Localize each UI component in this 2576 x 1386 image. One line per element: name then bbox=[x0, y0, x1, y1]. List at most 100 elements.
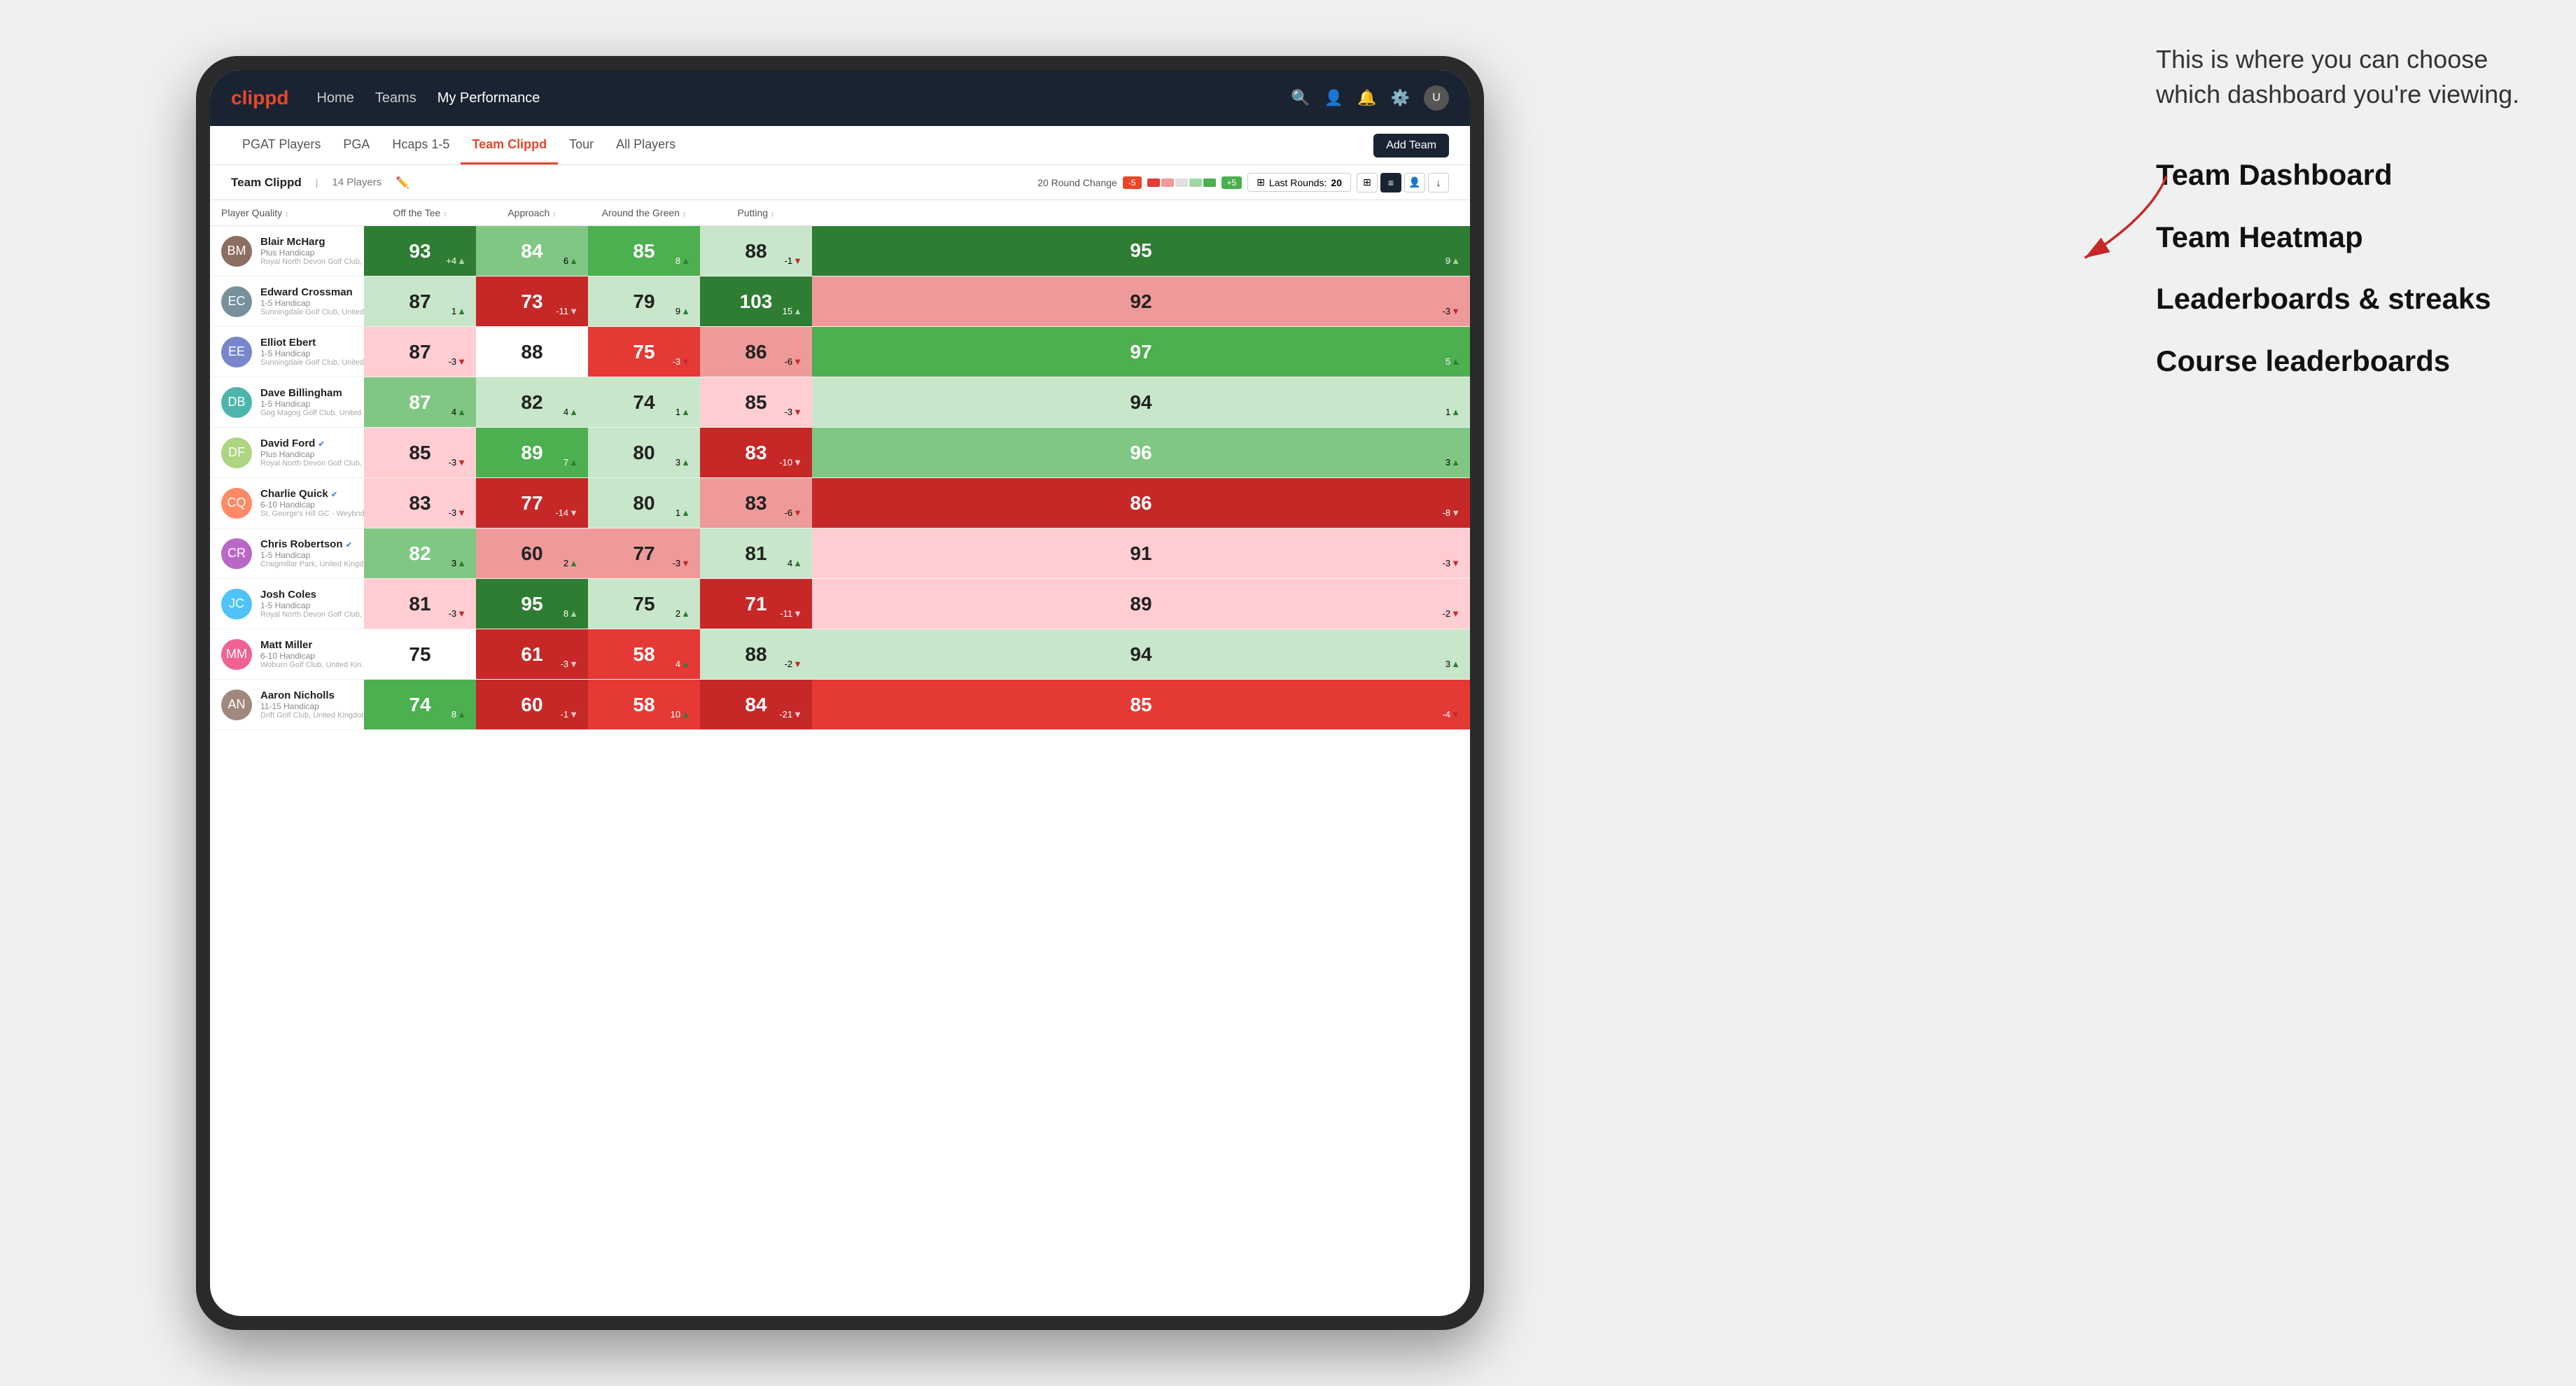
score-number: 85 bbox=[409, 442, 430, 464]
score-box: 87 1▲ bbox=[364, 276, 476, 326]
score-number: 94 bbox=[1130, 391, 1152, 414]
player-cell-3[interactable]: DB Dave Billingham 1-5 Handicap Gog Mago… bbox=[210, 377, 364, 428]
score-cell-5-2: 80 1▲ bbox=[588, 478, 700, 528]
player-name-3: Dave Billingham bbox=[260, 387, 372, 399]
last-rounds-button[interactable]: ⊞ Last Rounds: 20 bbox=[1247, 173, 1351, 192]
score-number: 93 bbox=[409, 240, 430, 262]
tab-hcaps-1-5[interactable]: Hcaps 1-5 bbox=[381, 126, 461, 164]
table-container[interactable]: Player Quality ↕ Off the Tee ↕ Approach … bbox=[210, 200, 1470, 1316]
score-box: 87 -3▼ bbox=[364, 327, 476, 377]
score-box: 86 -8▼ bbox=[812, 478, 1470, 528]
annotation-description: This is where you can choose which dashb… bbox=[2156, 42, 2520, 113]
player-handicap-1: 1-5 Handicap bbox=[260, 298, 372, 308]
score-box: 82 4▲ bbox=[476, 377, 588, 427]
col-approach-header[interactable]: Approach ↕ bbox=[476, 200, 588, 226]
score-number: 96 bbox=[1130, 442, 1152, 464]
player-cell-6[interactable]: CR Chris Robertson ✔ 1-5 Handicap Craigm… bbox=[210, 528, 364, 579]
player-info-9: Aaron Nicholls 11-15 Handicap Drift Golf… bbox=[260, 690, 368, 720]
score-number: 103 bbox=[740, 290, 773, 313]
score-cell-0-3: 88 -1▼ bbox=[700, 226, 812, 276]
player-handicap-8: 6-10 Handicap bbox=[260, 651, 372, 661]
score-number: 75 bbox=[409, 643, 430, 666]
score-number: 74 bbox=[409, 694, 430, 716]
score-cell-9-0: 74 8▲ bbox=[364, 680, 476, 730]
score-change: -3▼ bbox=[1443, 558, 1460, 568]
table-view-button[interactable]: ≡ bbox=[1380, 173, 1401, 192]
nav-link-teams[interactable]: Teams bbox=[375, 88, 416, 109]
score-cell-0-4: 95 9▲ bbox=[812, 226, 1470, 276]
tablet-frame: clippd HomeTeamsMy Performance 🔍 👤 🔔 ⚙️ … bbox=[196, 56, 1484, 1330]
score-change: 3▲ bbox=[676, 457, 690, 468]
player-cell-9[interactable]: AN Aaron Nicholls 11-15 Handicap Drift G… bbox=[210, 680, 364, 730]
player-info-7: Josh Coles 1-5 Handicap Royal North Devo… bbox=[260, 589, 372, 619]
nav-link-home[interactable]: Home bbox=[316, 88, 354, 109]
tab-pga[interactable]: PGA bbox=[332, 126, 381, 164]
player-info-2: Elliot Ebert 1-5 Handicap Sunningdale Go… bbox=[260, 337, 372, 367]
search-icon[interactable]: 🔍 bbox=[1291, 89, 1310, 107]
bell-icon[interactable]: 🔔 bbox=[1357, 89, 1376, 107]
score-box: 74 1▲ bbox=[588, 377, 700, 427]
score-box: 95 8▲ bbox=[476, 579, 588, 629]
score-number: 81 bbox=[745, 542, 766, 565]
user-avatar[interactable]: U bbox=[1424, 85, 1449, 111]
table-row: BM Blair McHarg Plus Handicap Royal Nort… bbox=[210, 226, 1470, 276]
player-avatar-3: DB bbox=[221, 387, 252, 418]
score-number: 74 bbox=[633, 391, 654, 414]
score-cell-4-1: 89 7▲ bbox=[476, 428, 588, 478]
score-cell-3-4: 94 1▲ bbox=[812, 377, 1470, 428]
player-cell-7[interactable]: JC Josh Coles 1-5 Handicap Royal North D… bbox=[210, 579, 364, 629]
score-box: 58 4▲ bbox=[588, 629, 700, 679]
score-change: 6▲ bbox=[564, 255, 578, 266]
player-cell-5[interactable]: CQ Charlie Quick ✔ 6-10 Handicap St. Geo… bbox=[210, 478, 364, 528]
score-number: 86 bbox=[745, 341, 766, 363]
score-box: 73 -11▼ bbox=[476, 276, 588, 326]
arrow-up: ▲ bbox=[1451, 255, 1460, 266]
score-box: 95 9▲ bbox=[812, 226, 1470, 276]
player-club-7: Royal North Devon Golf Club, United King… bbox=[260, 610, 372, 619]
player-info-4: David Ford ✔ Plus Handicap Royal North D… bbox=[260, 438, 372, 468]
score-cell-1-2: 79 9▲ bbox=[588, 276, 700, 327]
score-cell-1-4: 92 -3▼ bbox=[812, 276, 1470, 327]
person-icon[interactable]: 👤 bbox=[1324, 89, 1343, 107]
score-change: -1▼ bbox=[561, 709, 578, 720]
col-aroundgreen-header[interactable]: Around the Green ↕ bbox=[588, 200, 700, 226]
player-cell-1[interactable]: EC Edward Crossman 1-5 Handicap Sunningd… bbox=[210, 276, 364, 327]
add-team-button[interactable]: Add Team bbox=[1373, 134, 1449, 158]
score-cell-0-0: 93 +4▲ bbox=[364, 226, 476, 276]
col-putting-header[interactable]: Putting ↕ bbox=[700, 200, 812, 226]
score-cell-4-2: 80 3▲ bbox=[588, 428, 700, 478]
tab-tour[interactable]: Tour bbox=[558, 126, 605, 164]
edit-icon[interactable]: ✏️ bbox=[396, 176, 410, 190]
score-number: 75 bbox=[633, 593, 654, 615]
score-box: 91 -3▼ bbox=[812, 528, 1470, 578]
score-number: 85 bbox=[1130, 694, 1152, 716]
score-change: 8▲ bbox=[564, 608, 578, 619]
player-cell-0[interactable]: BM Blair McHarg Plus Handicap Royal Nort… bbox=[210, 226, 364, 276]
grid-view-button[interactable]: ⊞ bbox=[1357, 173, 1378, 192]
tab-pgat-players[interactable]: PGAT Players bbox=[231, 126, 332, 164]
score-box: 89 7▲ bbox=[476, 428, 588, 477]
settings-icon[interactable]: ⚙️ bbox=[1391, 89, 1410, 107]
player-cell-8[interactable]: MM Matt Miller 6-10 Handicap Woburn Golf… bbox=[210, 629, 364, 680]
score-number: 95 bbox=[1130, 239, 1152, 262]
col-offtee-header[interactable]: Off the Tee ↕ bbox=[364, 200, 476, 226]
arrow-up: ▲ bbox=[457, 306, 466, 316]
score-cell-4-3: 83 -10▼ bbox=[700, 428, 812, 478]
player-cell-4[interactable]: DF David Ford ✔ Plus Handicap Royal Nort… bbox=[210, 428, 364, 478]
score-cell-8-4: 94 3▲ bbox=[812, 629, 1470, 680]
score-number: 82 bbox=[409, 542, 430, 565]
nav-link-my-performance[interactable]: My Performance bbox=[438, 88, 540, 109]
score-cell-0-2: 85 8▲ bbox=[588, 226, 700, 276]
verified-icon: ✔ bbox=[331, 491, 337, 499]
arrow-up: ▲ bbox=[1451, 457, 1460, 468]
export-button[interactable]: ↓ bbox=[1428, 173, 1449, 192]
score-box: 85 8▲ bbox=[588, 226, 700, 276]
player-cell-2[interactable]: EE Elliot Ebert 1-5 Handicap Sunningdale… bbox=[210, 327, 364, 377]
bar-red-1 bbox=[1147, 178, 1160, 187]
tab-team-clippd[interactable]: Team Clippd bbox=[461, 126, 558, 164]
chart-view-button[interactable]: 👤 bbox=[1404, 173, 1425, 192]
player-club-5: St. George's Hill GC - Weybridge - Surre… bbox=[260, 510, 372, 518]
score-cell-3-0: 87 4▲ bbox=[364, 377, 476, 428]
score-cell-5-3: 83 -6▼ bbox=[700, 478, 812, 528]
tab-all-players[interactable]: All Players bbox=[605, 126, 687, 164]
